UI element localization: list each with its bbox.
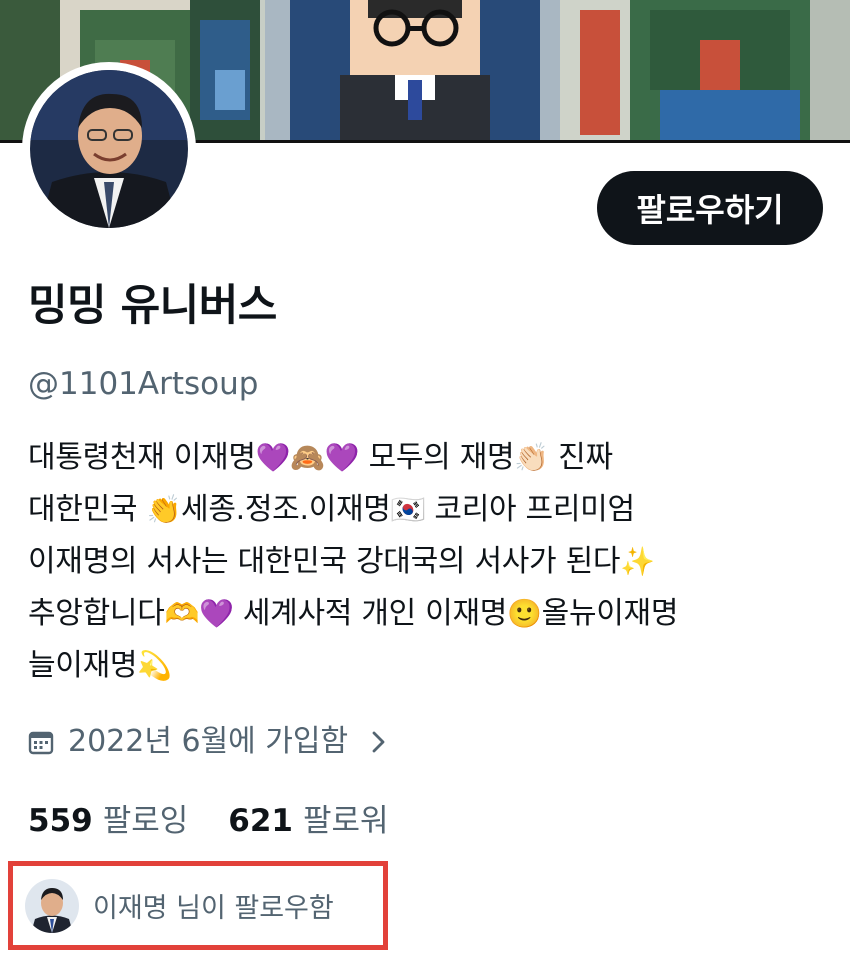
- bio-text: 이재명의 서사는 대한민국 강대국의 서사가 된다: [28, 544, 621, 579]
- followed-by-row[interactable]: 이재명 님이 팔로우함: [8, 861, 388, 950]
- followers-label: 팔로워: [303, 803, 389, 839]
- bio-emoji: 🫶💜: [164, 597, 234, 630]
- bio-text: 진짜: [548, 440, 613, 475]
- bio-line: 대통령천재 이재명💜🙈💜 모두의 재명👏🏻 진짜: [28, 432, 828, 484]
- joined-date-row[interactable]: 2022년 6월에 가입함: [28, 718, 388, 766]
- follow-button[interactable]: 팔로우하기: [597, 171, 823, 245]
- followers-count: 621: [228, 803, 293, 839]
- bio-line: 대한민국 👏세종.정조.이재명🇰🇷 코리아 프리미엄: [28, 484, 828, 536]
- bio-text: 세계사적 개인 이재명: [233, 596, 508, 631]
- follow-stats: 559 팔로잉 621 팔로워: [28, 797, 389, 845]
- chevron-right-icon: [370, 729, 388, 755]
- bio-text: 모두의 재명: [359, 440, 515, 475]
- bio-emoji: 🙂: [507, 597, 542, 630]
- display-name: 밍밍 유니버스: [28, 281, 277, 331]
- bio-emoji: 💫: [137, 649, 172, 682]
- bio-text: 늘이재명: [28, 648, 138, 683]
- bio-text: 대통령천재 이재명: [28, 440, 256, 475]
- bio-line: 이재명의 서사는 대한민국 강대국의 서사가 된다✨: [28, 536, 828, 588]
- bio-text: 대한민국: [28, 492, 147, 527]
- profile-bio: 대통령천재 이재명💜🙈💜 모두의 재명👏🏻 진짜 대한민국 👏세종.정조.이재명…: [28, 432, 828, 692]
- bio-text: 코리아 프리미엄: [425, 492, 635, 527]
- joined-date-text: 2022년 6월에 가입함: [68, 724, 349, 759]
- followers-stat[interactable]: 621 팔로워: [228, 797, 388, 845]
- follower-avatar: [25, 878, 79, 933]
- bio-line: 추앙합니다🫶💜 세계사적 개인 이재명🙂올뉴이재명: [28, 588, 828, 640]
- bio-emoji: 💜🙈💜: [255, 441, 360, 474]
- bio-emoji: 👏: [146, 493, 182, 526]
- followed-by-text: 이재명 님이 팔로우함: [93, 893, 334, 924]
- calendar-icon: [28, 729, 54, 755]
- bio-text: 세종.정조.이재명: [181, 492, 391, 527]
- user-handle: @1101Artsoup: [28, 366, 259, 402]
- following-label: 팔로잉: [102, 803, 189, 839]
- following-stat[interactable]: 559 팔로잉: [28, 797, 188, 845]
- profile-avatar[interactable]: [22, 62, 196, 236]
- bio-text: 올뉴이재명: [541, 596, 679, 631]
- following-count: 559: [28, 803, 93, 839]
- bio-emoji: ✨: [620, 545, 655, 578]
- bio-emoji: 🇰🇷: [390, 493, 426, 526]
- bio-text: 추앙합니다: [28, 596, 165, 631]
- bio-emoji: 👏🏻: [514, 441, 549, 474]
- bio-line: 늘이재명💫: [28, 640, 828, 692]
- avatar-photo: [30, 70, 188, 228]
